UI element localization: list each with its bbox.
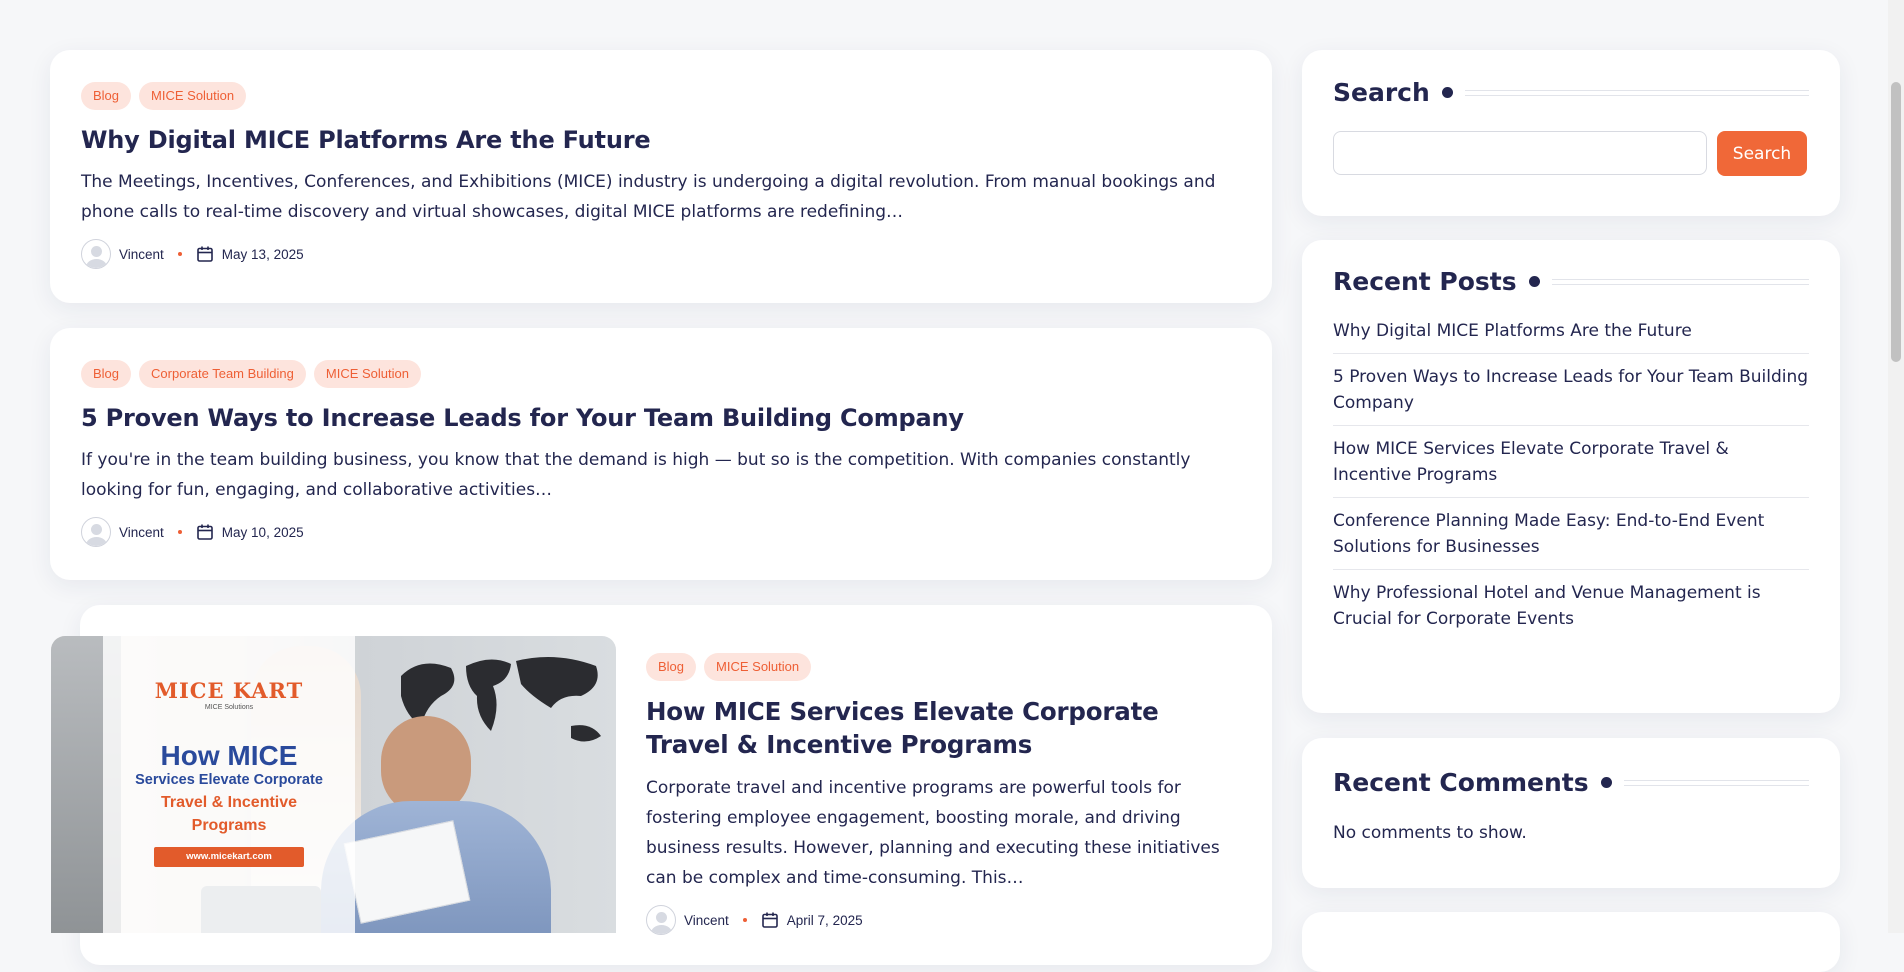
thumbnail-subline: Programs [191,817,267,834]
tag-link[interactable]: MICE Solution [313,360,421,388]
recent-post-link[interactable]: Conference Planning Made Easy: End-to-En… [1333,498,1809,570]
title-rule [1464,89,1809,96]
calendar-icon [196,246,213,262]
avatar[interactable] [81,239,111,269]
recent-post-link[interactable]: How MICE Services Elevate Corporate Trav… [1333,426,1809,498]
recent-posts-widget: Recent Posts Why Digital MICE Platforms … [1302,240,1840,713]
post-excerpt: Corporate travel and incentive programs … [646,778,1220,888]
widget-title-text: Recent Comments [1333,768,1589,797]
post-thumbnail[interactable]: MICE KART MICE Solutions How MICE Servic… [51,636,616,933]
title-rule [1551,278,1809,285]
post-tags: Blog MICE Solution [646,653,1246,681]
recent-post-link[interactable]: 5 Proven Ways to Increase Leads for Your… [1333,354,1809,426]
post-title[interactable]: Why Digital MICE Platforms Are the Futur… [81,124,1241,157]
recent-post-link[interactable]: Why Digital MICE Platforms Are the Futur… [1333,308,1809,354]
calendar-icon [196,524,213,540]
scrollbar-thumb[interactable] [1891,82,1901,362]
title-bullet [1528,276,1540,287]
recent-posts-list: Why Digital MICE Platforms Are the Futur… [1333,308,1809,641]
widget-title: Recent Comments [1333,768,1809,797]
calendar-icon [761,912,778,928]
title-bullet [1600,777,1612,788]
tag-link[interactable]: Blog [646,653,697,681]
tag-link[interactable]: Blog [81,360,132,388]
separator-dot [177,530,182,534]
tag-link[interactable]: Blog [81,82,132,110]
search-input[interactable] [1333,131,1707,175]
widget-title: Recent Posts [1333,267,1809,296]
post-date[interactable]: May 10, 2025 [222,525,304,540]
widget-title-text: Recent Posts [1333,267,1517,296]
recent-comments-widget: Recent Comments No comments to show. [1302,738,1840,888]
thumbnail-logo-sub: MICE Solutions [204,704,254,711]
post-meta: Vincent April 7, 2025 [646,905,1246,935]
thumbnail-laptop [201,886,321,933]
post-excerpt: The Meetings, Incentives, Conferences, a… [81,172,1216,222]
title-bullet [1441,87,1453,98]
post-card: Blog Corporate Team Building MICE Soluti… [50,328,1272,580]
page-scrollbar[interactable] [1888,0,1904,933]
title-rule [1623,779,1809,786]
post-tags: Blog MICE Solution [81,82,1241,110]
thumbnail-logo: MICE KART [154,678,304,703]
search-button[interactable]: Search [1717,131,1807,176]
author-name[interactable]: Vincent [119,247,164,262]
thumbnail-headline: How MICE [160,740,298,771]
widget-title: Search [1333,78,1809,107]
author-name[interactable]: Vincent [119,525,164,540]
search-form: Search [1333,131,1809,176]
separator-dot [742,918,747,922]
post-title[interactable]: 5 Proven Ways to Increase Leads for Your… [81,402,1241,435]
post-meta: Vincent May 10, 2025 [81,517,1241,547]
thumbnail-subline: Services Elevate Corporate [135,772,323,788]
avatar[interactable] [81,517,111,547]
tag-link[interactable]: Corporate Team Building [139,360,306,388]
post-excerpt: If you're in the team building business,… [81,450,1191,500]
tag-link[interactable]: MICE Solution [704,653,812,681]
post-title[interactable]: How MICE Services Elevate Corporate Trav… [646,695,1246,761]
sidebar-widget [1302,912,1840,972]
thumbnail-url-badge: www.micekart.com [154,847,304,867]
post-card: Blog MICE Solution Why Digital MICE Plat… [50,50,1272,303]
separator-dot [177,252,182,256]
thumbnail-subline: Travel & Incentive [160,794,298,811]
widget-title-text: Search [1333,78,1430,107]
author-name[interactable]: Vincent [684,913,729,928]
recent-post-link[interactable]: Why Professional Hotel and Venue Managem… [1333,570,1809,641]
no-comments-text: No comments to show. [1333,823,1527,843]
post-date[interactable]: May 13, 2025 [222,247,304,262]
post-tags: Blog Corporate Team Building MICE Soluti… [81,360,1241,388]
avatar[interactable] [646,905,676,935]
post-meta: Vincent May 13, 2025 [81,239,1241,269]
post-date[interactable]: April 7, 2025 [787,913,863,928]
post-body: Blog MICE Solution How MICE Services Ele… [646,653,1246,935]
tag-link[interactable]: MICE Solution [139,82,247,110]
search-widget: Search Search [1302,50,1840,216]
